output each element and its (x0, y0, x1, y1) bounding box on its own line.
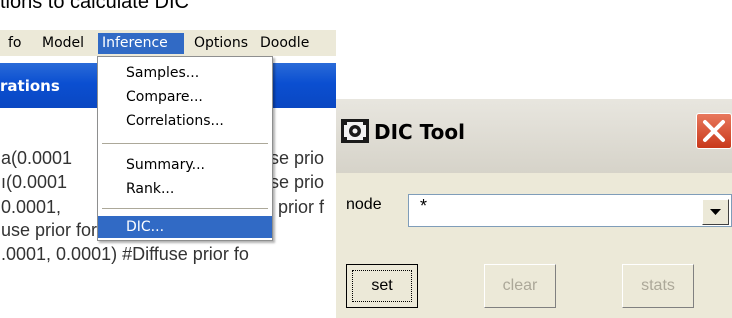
code-line: .0001, 0.0001) #Diffuse prior fo (1, 244, 249, 264)
node-combobox[interactable] (408, 194, 732, 227)
menu-model[interactable]: Model (38, 33, 88, 54)
stats-button[interactable]: stats (622, 264, 694, 308)
chevron-down-icon (710, 209, 721, 215)
menu-options[interactable]: Options (190, 33, 252, 54)
menu-item-rank[interactable]: Rank... (98, 178, 272, 200)
menu-item-samples[interactable]: Samples... (98, 62, 272, 84)
code-fragment: prior f (278, 197, 325, 217)
menu-info[interactable]: fo (4, 33, 26, 54)
code-fragment: se prio (270, 172, 325, 192)
dic-tool-icon (341, 119, 369, 143)
menu-inference[interactable]: Inference (98, 33, 184, 54)
editor-title: rations (0, 77, 60, 95)
code-fragment: se prio (270, 148, 325, 168)
set-button[interactable]: set (346, 264, 418, 308)
code-line: ı(0.0001 (1, 172, 68, 192)
menu-item-summary[interactable]: Summary... (98, 154, 272, 176)
clear-button-label: clear (502, 277, 538, 294)
code-line: 0.0001, (1, 197, 62, 217)
clear-button[interactable]: clear (484, 264, 556, 308)
menu-item-dic[interactable]: DIC... (98, 216, 272, 238)
node-value: * (420, 196, 428, 216)
page-caption: tions to calculate DIC (0, 0, 189, 13)
node-label: node (346, 196, 382, 213)
inference-menu: Samples... Compare... Correlations... Su… (97, 56, 273, 241)
menu-doodle[interactable]: Doodle (256, 33, 313, 54)
menu-separator (102, 208, 268, 209)
stats-button-label: stats (641, 277, 675, 294)
dialog-title: DIC Tool (374, 120, 466, 144)
close-icon (703, 120, 725, 142)
close-button[interactable] (696, 113, 732, 149)
code-line: a(0.0001 (1, 148, 73, 168)
menu-item-compare[interactable]: Compare... (98, 86, 272, 108)
dropdown-arrow-button[interactable] (702, 199, 729, 225)
menu-separator (102, 143, 268, 144)
menu-item-correlations[interactable]: Correlations... (98, 110, 272, 132)
